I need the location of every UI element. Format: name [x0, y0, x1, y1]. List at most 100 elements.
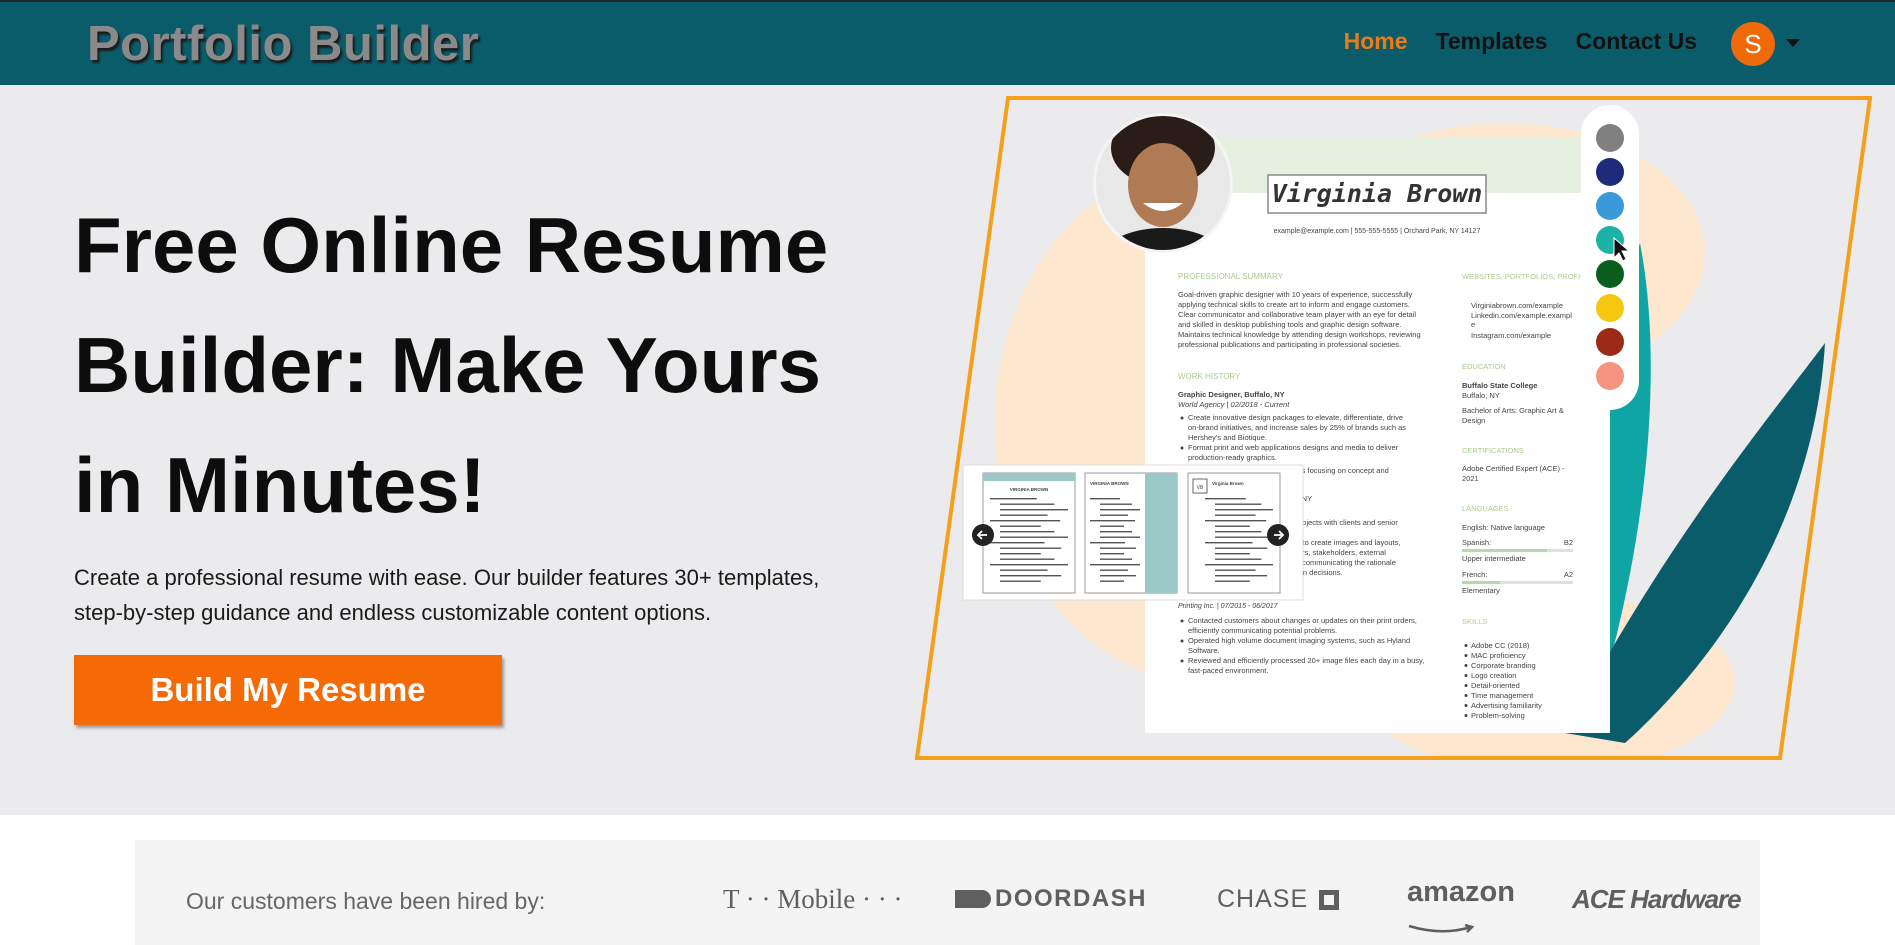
template-thumb[interactable]: VIRGINIA BROWN: [982, 472, 1076, 594]
certification-line: Adobe Certified Expert (ACE) -: [1462, 464, 1565, 473]
job3-bullet: Contacted customers about changes or upd…: [1188, 616, 1417, 625]
carousel-next-button[interactable]: [1267, 524, 1289, 546]
skills-title: SKILLS: [1462, 617, 1487, 626]
resume-contact: example@example.com | 555-555-5555 | Orc…: [1274, 228, 1481, 235]
work-history-title: WORK HISTORY: [1178, 372, 1241, 381]
job-bullet: Hershey's and Biotique.: [1188, 433, 1267, 442]
template-thumb[interactable]: VIRGINIA BROWN: [1084, 472, 1178, 594]
logo-chase: CHASE: [1217, 885, 1340, 914]
logo-amazon-text: amazon: [1407, 876, 1515, 908]
job-meta: World Agency | 02/2018 - Current: [1178, 400, 1290, 409]
certifications-title: CERTIFICATIONS: [1462, 446, 1524, 455]
nav-links: Home Templates Contact Us: [1316, 28, 1697, 55]
thumb-title: VIRGINIA BROWN: [1090, 481, 1129, 486]
job3-bullet: Operated high volume document imaging sy…: [1188, 636, 1410, 645]
job3-bullet: Reviewed and efficiently processed 20+ i…: [1188, 656, 1424, 665]
hero-subtext: Create a professional resume with ease. …: [74, 560, 874, 630]
resume-preview-illustration: Virginia Brown example@example.com | 555…: [914, 96, 1873, 760]
summary-text: Goal-driven graphic designer with 10 yea…: [1178, 290, 1421, 349]
hero-headline: Free Online Resume Builder: Make Yours i…: [74, 185, 874, 545]
website-item: Virginiabrown.com/example: [1471, 301, 1563, 310]
nav-link-contact-us[interactable]: Contact Us: [1576, 28, 1697, 55]
color-palette: [1581, 105, 1639, 410]
color-swatch[interactable]: [1596, 124, 1624, 152]
summary-line: professional publications and participat…: [1178, 340, 1401, 349]
job-bullet: on-brand initiatives, and increase sales…: [1188, 423, 1406, 432]
summary-line: Maintains technical knowledge by attendi…: [1178, 330, 1421, 339]
job-bullet: Format print and web applications design…: [1188, 443, 1399, 452]
amazon-smile-icon: [1408, 923, 1475, 933]
nav-link-templates[interactable]: Templates: [1436, 28, 1548, 55]
language-line: English: Native language: [1462, 523, 1545, 532]
job3-meta: Printing Inc. | 07/2015 - 06/2017: [1178, 603, 1279, 610]
skill-item: Time management: [1471, 691, 1534, 700]
subtext-line: Create a professional resume with ease. …: [74, 565, 820, 590]
skill-item: Logo creation: [1471, 671, 1516, 680]
skill-item: Detail-oriented: [1471, 681, 1520, 690]
language-level: A2: [1564, 570, 1573, 579]
brand-logo[interactable]: Portfolio Builder: [87, 16, 479, 72]
color-swatch[interactable]: [1596, 328, 1624, 356]
website-item: Linkedin.com/example.exampl: [1471, 311, 1572, 320]
job3-bullet: fast-paced environment.: [1188, 666, 1268, 675]
website-item: Instagram.com/example: [1471, 331, 1551, 340]
thumb-title: Virginia Brown: [1212, 481, 1244, 486]
education-line: Buffalo State College: [1462, 381, 1537, 390]
skill-item: MAC proficiency: [1471, 651, 1526, 660]
summary-line: applying technical skills to create art …: [1178, 300, 1410, 309]
summary-title: PROFESSIONAL SUMMARY: [1178, 272, 1284, 281]
logo-amazon: amazon: [1407, 876, 1515, 942]
job-title: Graphic Designer, Buffalo, NY: [1178, 390, 1285, 399]
subtext-line: step-by-step guidance and endless custom…: [74, 600, 712, 625]
color-swatch[interactable]: [1596, 158, 1624, 186]
language-desc: Upper intermediate: [1462, 554, 1526, 563]
customer-logos-bar: Our customers have been hired by: T · · …: [135, 840, 1760, 945]
logo-chase-text: CHASE: [1217, 885, 1309, 913]
summary-line: and skilled in desktop publishing tools …: [1178, 320, 1401, 329]
doordash-icon: [955, 890, 991, 908]
logo-tmobile: T · · Mobile · · ·: [723, 884, 903, 914]
language-desc: Elementary: [1462, 586, 1500, 595]
job3-bullet: efficiently communicating potential prob…: [1188, 626, 1337, 635]
website-item: e: [1471, 320, 1475, 329]
trust-label: Our customers have been hired by:: [186, 888, 546, 914]
languages-title: LANGUAGES: [1462, 504, 1509, 513]
skill-item: Problem-solving: [1471, 711, 1525, 720]
nav-link-home[interactable]: Home: [1344, 28, 1408, 55]
chase-octagon-icon: [1319, 890, 1340, 910]
user-avatar[interactable]: S: [1731, 22, 1775, 66]
language-name: Spanish:: [1462, 538, 1491, 547]
color-swatch[interactable]: [1596, 294, 1624, 322]
template-thumb[interactable]: VB Virginia Brown: [1187, 472, 1281, 594]
resume-name: Virginia Brown: [1272, 179, 1483, 208]
skill-item: Adobe CC (2018): [1471, 641, 1530, 650]
headline-line: Free Online Resume: [74, 201, 829, 289]
template-carousel: VIRGINIA BROWN VIRGINIA BROWN VB Virgini…: [962, 464, 1304, 601]
headline-line: Builder: Make Yours: [74, 321, 821, 409]
job-bullet: Create innovative design packages to ele…: [1188, 413, 1403, 422]
color-swatch[interactable]: [1596, 362, 1624, 390]
education-line: Buffalo, NY: [1462, 391, 1500, 400]
top-navbar: Portfolio Builder Home Templates Contact…: [0, 0, 1895, 85]
certification-line: 2021: [1462, 474, 1479, 483]
thumb-title: VIRGINIA BROWN: [1010, 487, 1049, 492]
education-title: EDUCATION: [1462, 362, 1506, 371]
summary-line: Goal-driven graphic designer with 10 yea…: [1178, 290, 1413, 299]
job-bullet: production-ready graphics.: [1188, 453, 1277, 462]
summary-line: Clear communicator and collaborative tea…: [1178, 310, 1416, 319]
websites-title: WEBSITES, PORTFOLIOS, PROFILES: [1462, 272, 1594, 281]
education-line: Bachelor of Arts: Graphic Art &: [1462, 406, 1564, 415]
logo-ace-hardware: ACE Hardware: [1572, 884, 1742, 914]
skill-item: Advertising familiarity: [1471, 701, 1542, 710]
job3-bullet: Software.: [1188, 646, 1220, 655]
color-swatch[interactable]: [1596, 260, 1624, 288]
chevron-down-icon[interactable]: [1786, 39, 1800, 47]
carousel-prev-button[interactable]: [972, 524, 994, 546]
color-swatch[interactable]: [1596, 192, 1624, 220]
language-level: B2: [1564, 538, 1573, 547]
thumb-badge: VB: [1197, 485, 1204, 491]
build-my-resume-button[interactable]: Build My Resume: [74, 655, 502, 725]
logo-doordash: DOORDASH: [955, 885, 1147, 913]
language-name: French:: [1462, 570, 1487, 579]
logo-doordash-text: DOORDASH: [995, 885, 1148, 912]
